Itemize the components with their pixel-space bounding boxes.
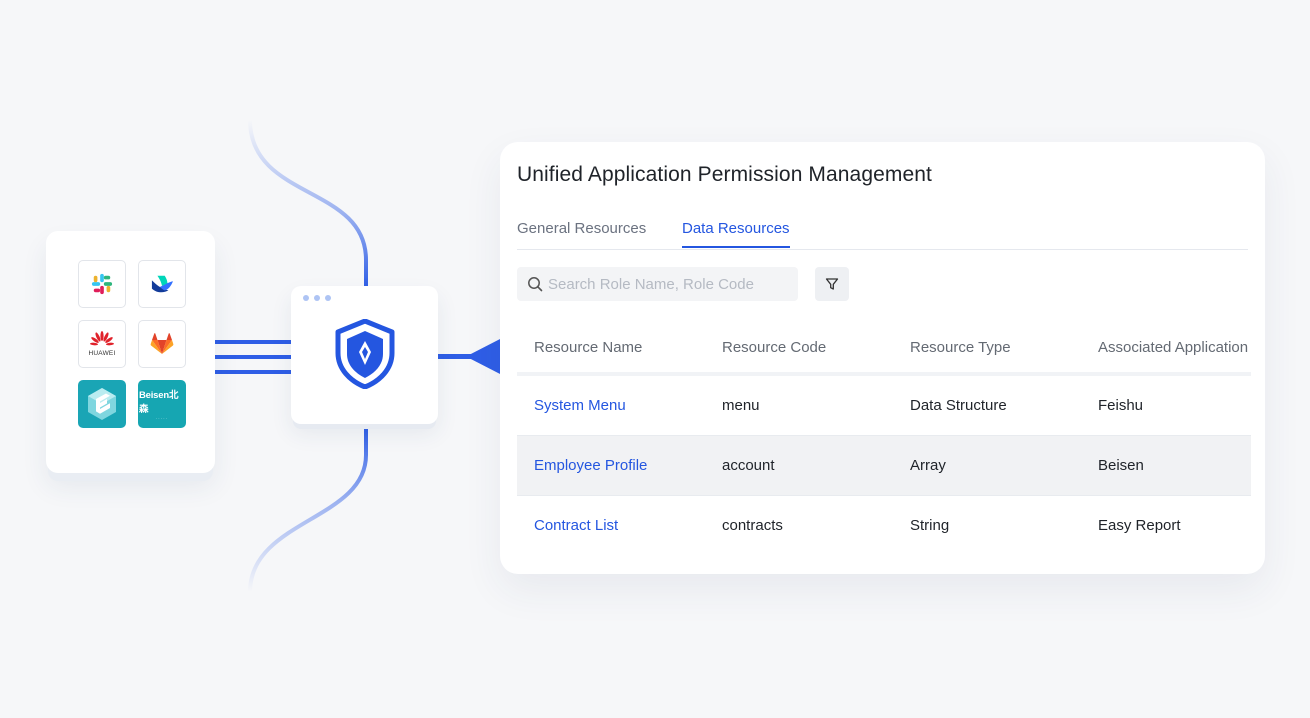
feishu-icon[interactable]	[138, 260, 186, 308]
connector-top-curve	[248, 119, 368, 288]
filter-button[interactable]	[815, 267, 849, 301]
table-row[interactable]: Employee Profile account Array Beisen	[517, 436, 1251, 496]
permission-gateway-card	[291, 286, 438, 424]
filter-icon	[825, 278, 839, 290]
resource-code: account	[722, 457, 775, 474]
resource-code: contracts	[722, 517, 783, 534]
window-dot	[325, 295, 331, 301]
search-input[interactable]	[548, 275, 788, 293]
resource-tabs: General Resources Data Resources	[517, 220, 1248, 250]
beisen-icon[interactable]: Beisen北森 ·····	[138, 380, 186, 428]
table-row[interactable]: System Menu menu Data Structure Feishu	[517, 376, 1251, 436]
column-header-associated-application[interactable]: Associated Application	[1098, 318, 1248, 376]
column-header-resource-name[interactable]: Resource Name	[534, 318, 642, 376]
connector-arrow	[466, 338, 502, 375]
beisen-sub-mark: ·····	[155, 416, 169, 421]
search-box	[517, 267, 798, 301]
page-title: Unified Application Permission Managemen…	[517, 163, 932, 186]
integrated-apps-card: HUAWEI Beisen北森 ·····	[46, 231, 215, 473]
resource-name-link[interactable]: System Menu	[534, 376, 626, 436]
tab-general-resources[interactable]: General Resources	[517, 220, 646, 247]
associated-application: Easy Report	[1098, 517, 1181, 534]
associated-application: Beisen	[1098, 457, 1144, 474]
huawei-icon[interactable]: HUAWEI	[78, 320, 126, 368]
resource-name-link[interactable]: Employee Profile	[534, 436, 647, 496]
connector-bottom-curve	[248, 428, 368, 593]
slack-icon[interactable]	[78, 260, 126, 308]
resource-type: Data Structure	[910, 397, 1007, 414]
window-dots	[303, 295, 331, 301]
window-dot	[303, 295, 309, 301]
tab-data-resources[interactable]: Data Resources	[682, 220, 790, 248]
resource-name-link[interactable]: Contract List	[534, 496, 618, 556]
shield-icon	[335, 319, 395, 389]
resource-type: Array	[910, 457, 946, 474]
window-dot	[314, 295, 320, 301]
resource-table: Resource Name Resource Code Resource Typ…	[517, 318, 1251, 556]
beisen-label: Beisen北森	[139, 390, 179, 415]
gitlab-icon[interactable]	[138, 320, 186, 368]
table-row[interactable]: Contract List contracts String Easy Repo…	[517, 496, 1251, 556]
easy-report-icon[interactable]	[78, 380, 126, 428]
associated-application: Feishu	[1098, 397, 1144, 414]
table-header-row: Resource Name Resource Code Resource Typ…	[517, 318, 1251, 376]
connector-left-lines	[215, 340, 293, 374]
huawei-label: HUAWEI	[88, 350, 116, 357]
permission-management-panel: Unified Application Permission Managemen…	[500, 142, 1265, 574]
column-header-resource-type[interactable]: Resource Type	[910, 318, 1011, 376]
resource-code: menu	[722, 397, 760, 414]
search-icon	[528, 277, 543, 292]
column-header-resource-code[interactable]: Resource Code	[722, 318, 826, 376]
resource-type: String	[910, 517, 950, 534]
